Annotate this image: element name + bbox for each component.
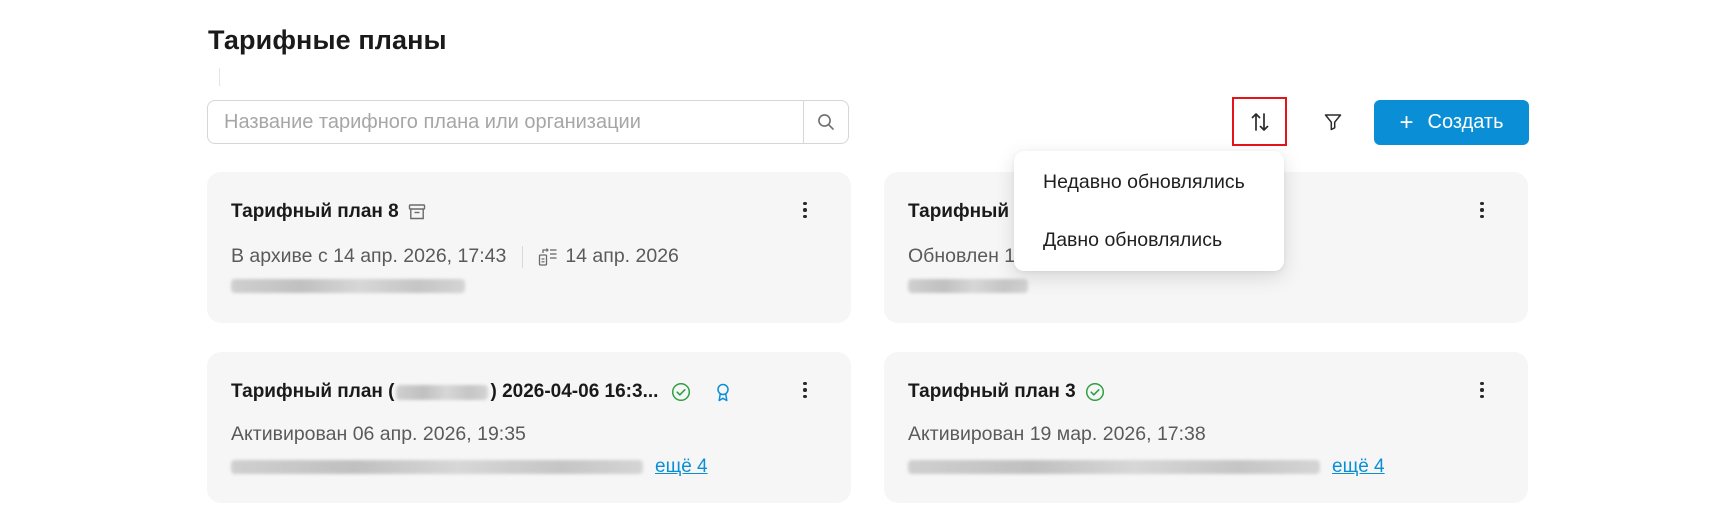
tariff-card[interactable]: Тарифный план 3 Активирован 19 мар. 2026… <box>884 352 1528 503</box>
dot <box>1480 394 1484 399</box>
card-status: Активирован 06 апр. 2026, 19:35 <box>231 423 526 445</box>
card-menu-button[interactable] <box>799 378 811 402</box>
title-divider <box>219 68 220 86</box>
sort-icon <box>1251 112 1268 131</box>
card-status: Обновлен 1 <box>908 245 1016 267</box>
dot <box>803 208 807 212</box>
dot <box>803 388 807 392</box>
filter-button[interactable] <box>1310 100 1356 144</box>
filter-icon <box>1324 114 1342 131</box>
page-title: Тарифные планы <box>208 25 447 55</box>
card-menu-button[interactable] <box>1476 378 1488 402</box>
card-title-start: Тарифный план ( <box>231 381 395 402</box>
sort-option-recent[interactable]: Недавно обновлялись <box>1043 171 1245 194</box>
dot <box>803 394 807 399</box>
search-box <box>207 100 849 144</box>
active-check-icon <box>672 382 691 402</box>
title-redacted <box>396 384 489 400</box>
organization-tags-redacted <box>231 460 643 474</box>
card-status: Активирован 19 мар. 2026, 17:38 <box>908 423 1206 445</box>
tariff-card[interactable]: Тарифный план ( ) 2026-04-06 16:3... Акт… <box>207 352 851 503</box>
search-button[interactable] <box>803 101 848 143</box>
search-input[interactable] <box>208 101 803 143</box>
tariff-card[interactable]: Тарифный план 8 В архиве с 14 апр. 2026,… <box>207 172 851 323</box>
card-date: 14 апр. 2026 <box>565 245 679 267</box>
dot <box>1480 381 1484 386</box>
sort-button[interactable] <box>1232 97 1287 146</box>
organization-tag-redacted <box>908 279 1028 293</box>
divider <box>522 245 524 268</box>
more-organizations-link[interactable]: ещё 4 <box>655 456 708 478</box>
dot <box>803 214 807 219</box>
version-date-icon <box>539 247 557 266</box>
create-button[interactable]: + Создать <box>1374 100 1529 145</box>
card-title: Тарифный план 3 <box>908 381 1076 402</box>
more-organizations-link[interactable]: ещё 4 <box>1332 456 1385 478</box>
plus-icon: + <box>1399 108 1414 136</box>
archive-icon <box>408 204 425 220</box>
search-icon <box>818 114 834 130</box>
sort-dropdown: Недавно обновлялись Давно обновлялись <box>1014 151 1284 271</box>
create-button-label: Создать <box>1427 111 1504 133</box>
badge-icon <box>717 383 730 402</box>
dot <box>1480 208 1484 212</box>
active-check-icon <box>1085 382 1104 402</box>
organization-tag-redacted <box>231 279 465 293</box>
card-title: Тарифный план 8 <box>231 201 399 222</box>
dot <box>1480 201 1484 206</box>
card-menu-button[interactable] <box>799 198 811 222</box>
card-title: Тарифный <box>908 201 1009 222</box>
sort-option-oldest[interactable]: Давно обновлялись <box>1043 229 1222 252</box>
dot <box>803 381 807 386</box>
organization-tags-redacted <box>908 460 1320 474</box>
card-status: В архиве с 14 апр. 2026, 17:43 <box>231 245 507 267</box>
card-title-end: ) 2026-04-06 16:3... <box>490 381 659 402</box>
dot <box>803 201 807 206</box>
dot <box>1480 388 1484 392</box>
card-menu-button[interactable] <box>1476 198 1488 222</box>
dot <box>1480 214 1484 219</box>
